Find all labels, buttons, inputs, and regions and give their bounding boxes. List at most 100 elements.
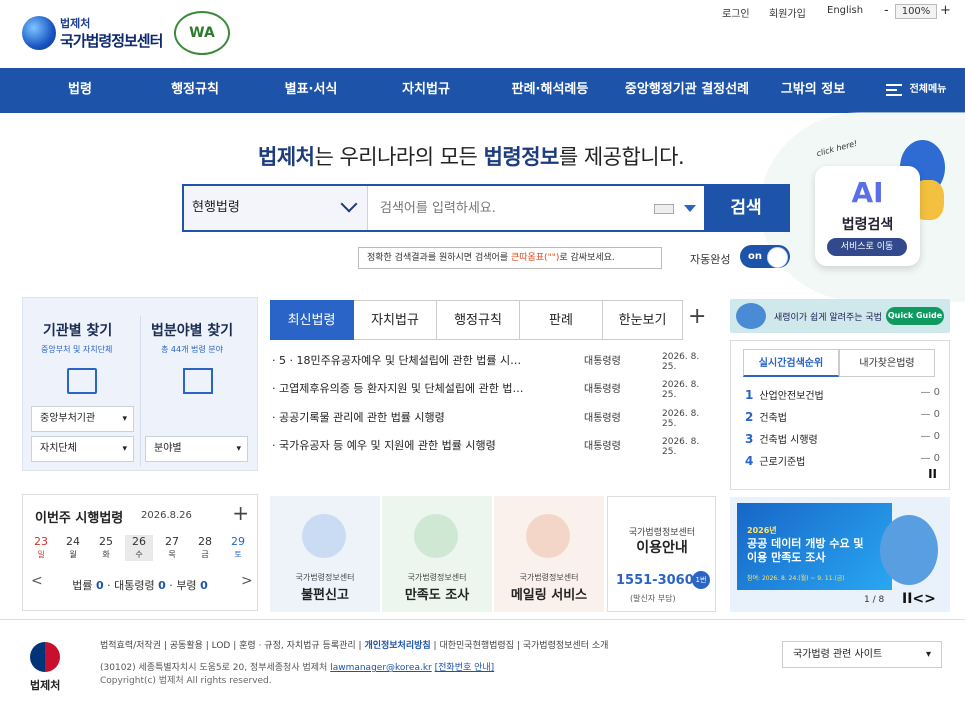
- promo-banner[interactable]: 2026년 공공 데이터 개방 수요 및 이용 만족도 조사 참여: 2026. …: [730, 497, 950, 612]
- mascot-icon: [880, 515, 938, 585]
- rank-item[interactable]: 4 근로기준법 — 0: [745, 453, 940, 469]
- quick-guide-button[interactable]: Quick Guide: [886, 307, 944, 325]
- zoom-level: 100%: [895, 4, 937, 19]
- footer-logo-text: 법제처: [30, 679, 61, 692]
- footer-link[interactable]: 대한민국현행법령집: [439, 641, 514, 651]
- nav-item-other[interactable]: 그밖의 정보: [772, 68, 854, 113]
- next-arrow-icon[interactable]: >: [241, 573, 253, 589]
- divider: [140, 316, 141, 466]
- law-tabs: 최신법령 자치법규 행정규칙 판례 한눈보기 +: [270, 300, 716, 340]
- zoom-in-button[interactable]: +: [940, 3, 951, 18]
- all-menu-button[interactable]: 전체메뉴: [906, 68, 950, 113]
- logo-title[interactable]: 국가법령정보센터: [60, 30, 163, 51]
- tab-precedents[interactable]: 판례: [520, 300, 603, 340]
- survey-tile[interactable]: 국가법령정보센터 만족도 조사: [382, 496, 492, 612]
- tab-admin-rules[interactable]: 행정규칙: [437, 300, 520, 340]
- field-finder-title[interactable]: 법분야별 찾기: [151, 320, 233, 340]
- day-thu[interactable]: 27 목: [158, 535, 186, 561]
- weekly-laws-panel: 이번주 시행법령 2026.8.26 + 23 일 24 월 25 화 26 수 27 목…: [22, 494, 258, 611]
- login-link[interactable]: 로그인: [722, 5, 750, 20]
- paper-plane-icon: [414, 514, 458, 558]
- tab-realtime-rank[interactable]: 실시간검색순위: [743, 349, 839, 377]
- tab-latest-laws[interactable]: 최신법령: [270, 300, 354, 340]
- ai-search-card[interactable]: AI 법령검색 서비스로 이동: [815, 166, 920, 266]
- dropdown-triangle-icon[interactable]: [684, 205, 696, 212]
- usage-guide-tile[interactable]: 국가법령정보센터 이용안내 1551-3060 1번 (발신자 부담): [607, 496, 716, 612]
- chevron-down-icon: [340, 195, 358, 213]
- banner-image: 2026년 공공 데이터 개방 수요 및 이용 만족도 조사 참여: 2026. …: [737, 503, 892, 590]
- footer-phone-link[interactable]: [전화번호 안내]: [435, 663, 495, 673]
- signup-link[interactable]: 회원가입: [769, 5, 806, 20]
- weekly-laws-title: 이번주 시행법령: [35, 511, 124, 526]
- local-gov-select[interactable]: 자치단체: [31, 436, 134, 462]
- phone-number: 1551-3060: [616, 573, 694, 588]
- footer-link[interactable]: 법적효력/저작권: [100, 641, 161, 651]
- complaint-tile[interactable]: 국가법령정보센터 불편신고: [270, 496, 380, 612]
- field-finder-sub: 총 44개 법령 분야: [161, 345, 223, 354]
- quick-guide-banner[interactable]: 새령이가 쉽게 알려주는 국법 Quick Guide: [730, 299, 950, 333]
- ai-service-button[interactable]: 서비스로 이동: [827, 238, 907, 256]
- tab-local-laws[interactable]: 자치법규: [354, 300, 437, 340]
- list-item[interactable]: · 공공기록물 관리에 관한 법률 시행령 대통령령 2026. 8. 25.: [272, 409, 712, 429]
- rank-item[interactable]: 1 산업안전보건법 — 0: [745, 387, 940, 403]
- banner-controls[interactable]: II<>: [902, 591, 936, 607]
- nav-item-law[interactable]: 법령: [52, 68, 108, 113]
- nav-item-precedents[interactable]: 판례·해석례등: [502, 68, 598, 113]
- footer-link[interactable]: 공동활용: [170, 641, 203, 651]
- field-select[interactable]: 분야별: [145, 436, 248, 462]
- building-icon: [67, 368, 97, 394]
- nav-item-forms[interactable]: 별표·서식: [272, 68, 350, 113]
- ai-title: 법령검색: [841, 217, 894, 233]
- autocomplete-toggle[interactable]: on: [740, 245, 790, 268]
- pause-icon[interactable]: II: [928, 467, 937, 481]
- day-sat[interactable]: 29 토: [224, 535, 252, 561]
- rank-item[interactable]: 2 건축법 — 0: [745, 409, 940, 425]
- nav-item-admin-rules[interactable]: 행정규칙: [158, 68, 232, 113]
- day-sun[interactable]: 23 일: [27, 535, 55, 561]
- search-tip: 정확한 검색결과를 원하시면 검색어를 큰따옴표("")로 감싸보세요.: [358, 247, 662, 269]
- weekly-stats: 법률 0 · 대통령령 0 · 부령 0: [72, 579, 208, 592]
- nav-item-local-laws[interactable]: 자치법규: [390, 68, 462, 113]
- footer-link-privacy[interactable]: 개인정보처리방침: [364, 641, 430, 651]
- day-tue[interactable]: 25 화: [92, 535, 120, 561]
- tab-overview[interactable]: 한눈보기: [603, 300, 683, 340]
- list-item[interactable]: · 국가유공자 등 예우 및 지원에 관한 법률 시행령 대통령령 2026. 8.…: [272, 437, 712, 457]
- phone-option-badge: 1번: [692, 571, 710, 589]
- tab-my-laws[interactable]: 내가찾은법령: [839, 349, 935, 377]
- tabs-more-button[interactable]: +: [688, 304, 706, 329]
- rank-item[interactable]: 3 건축법 시행령 — 0: [745, 431, 940, 447]
- list-item[interactable]: · 5 · 18민주유공자예우 및 단체설립에 관한 법률 시… 대통령령 2026…: [272, 352, 712, 372]
- related-sites-select[interactable]: 국가법령 관련 사이트: [782, 641, 942, 668]
- english-link[interactable]: English: [827, 5, 863, 16]
- monitor-icon: [526, 514, 570, 558]
- footer-copyright: Copyright(c) 법제처 All rights reserved.: [100, 676, 272, 686]
- search-input[interactable]: [380, 196, 650, 220]
- search-button[interactable]: 검색: [704, 186, 788, 230]
- agency-finder-title[interactable]: 기관별 찾기: [43, 320, 112, 340]
- mascot-avatar-icon: [736, 303, 766, 329]
- hamburger-icon[interactable]: [886, 84, 902, 96]
- logo-icon[interactable]: [22, 16, 56, 50]
- footer-divider: [0, 619, 965, 620]
- finder-panel: 기관별 찾기 중앙부처 및 자치단체 법분야별 찾기 총 44개 법령 분야 중…: [22, 297, 258, 471]
- agency-finder-sub: 중앙부처 및 자치단체: [41, 345, 113, 354]
- ai-label: AI: [851, 176, 884, 209]
- government-emblem-icon: [30, 642, 60, 672]
- central-agency-select[interactable]: 중앙부처기관: [31, 406, 134, 432]
- footer-link[interactable]: 훈령 · 규정, 자치법규 등록관리: [239, 641, 356, 651]
- list-item[interactable]: · 고엽제후유의증 등 환자지원 및 단체설립에 관한 법… 대통령령 2026. …: [272, 380, 712, 400]
- day-fri[interactable]: 28 금: [191, 535, 219, 561]
- day-mon[interactable]: 24 월: [59, 535, 87, 561]
- search-scope-select[interactable]: 현행법령: [184, 186, 368, 230]
- keyboard-icon[interactable]: [654, 204, 674, 214]
- autocomplete-label: 자동완성: [690, 253, 731, 266]
- footer-email-link[interactable]: lawmanager@korea.kr: [330, 663, 432, 673]
- mailing-tile[interactable]: 국가법령정보센터 메일링 서비스: [494, 496, 604, 612]
- weekly-more-button[interactable]: +: [232, 501, 249, 525]
- day-wed[interactable]: 26 수: [125, 535, 153, 561]
- search-ranking-panel: 실시간검색순위 내가찾은법령 1 산업안전보건법 — 0 2 건축법 — 0 3 건축법 …: [730, 340, 950, 490]
- nav-item-central-decisions[interactable]: 중앙행정기관 결정선례: [614, 68, 760, 113]
- footer-link[interactable]: LOD: [212, 641, 231, 651]
- footer-link[interactable]: 국가법령정보센터 소개: [523, 641, 609, 651]
- zoom-out-button[interactable]: -: [884, 3, 889, 18]
